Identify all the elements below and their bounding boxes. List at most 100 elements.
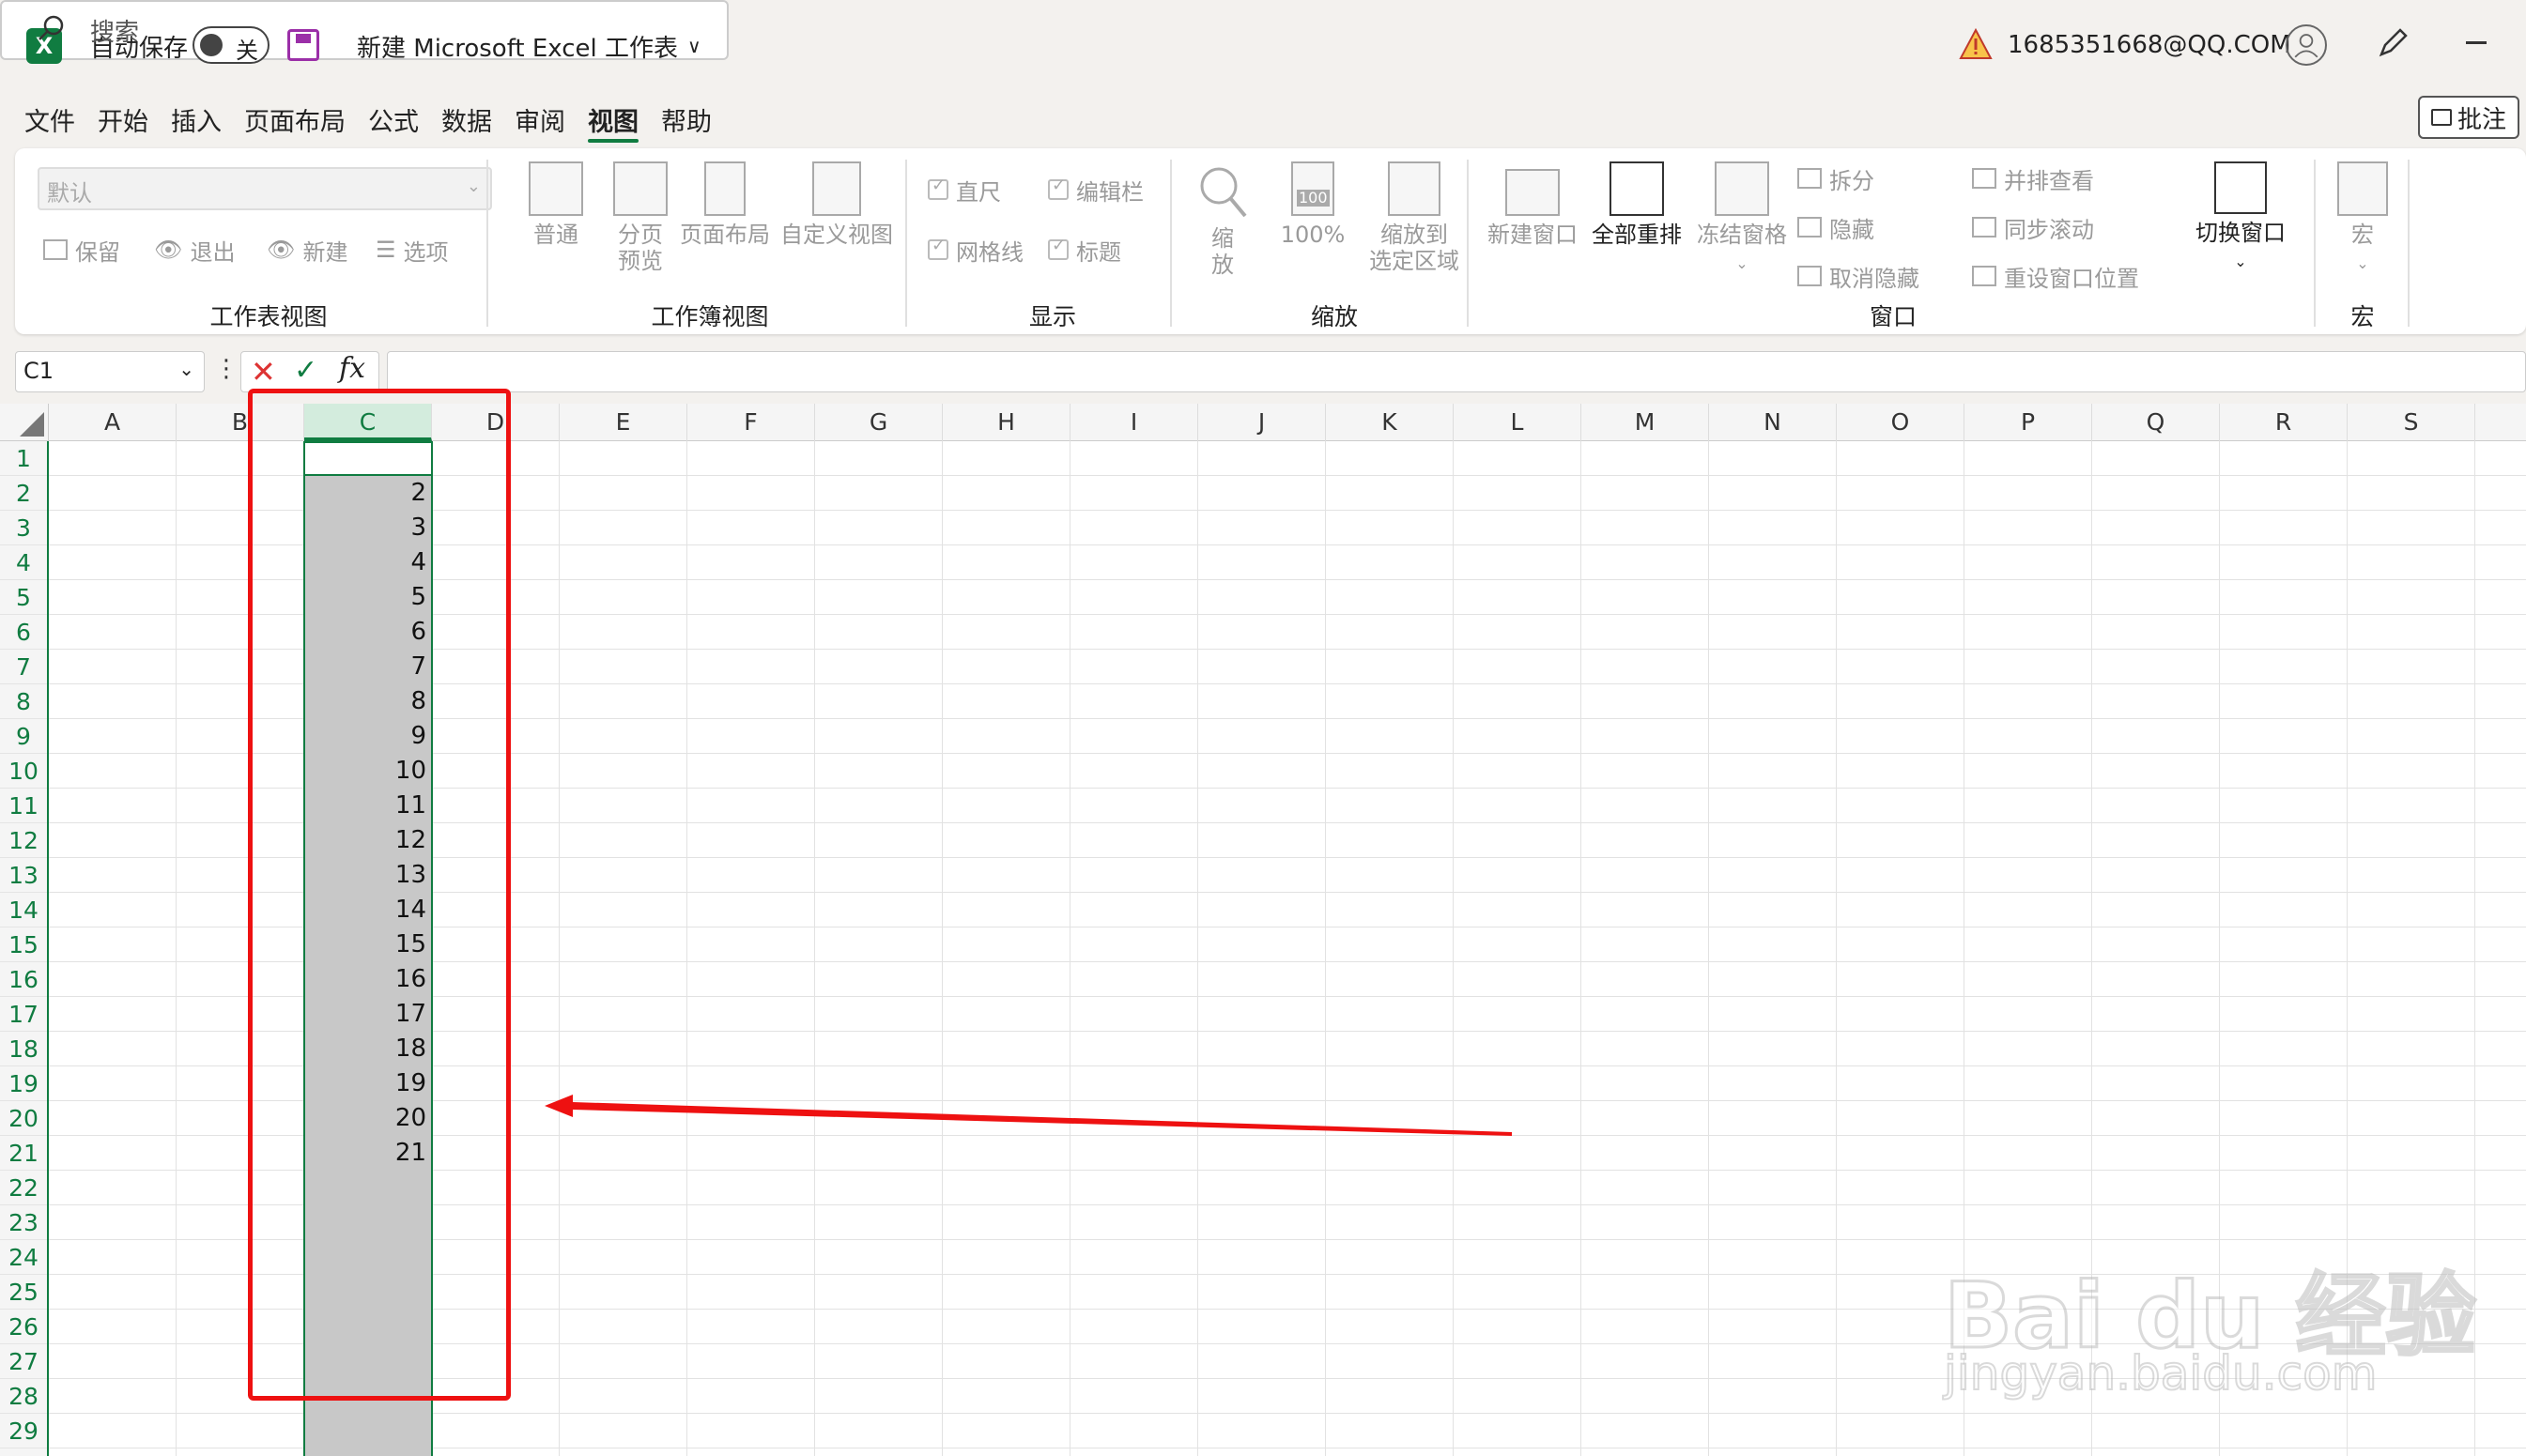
column-header-l[interactable]: L [1454, 404, 1581, 441]
row-header[interactable]: 19 [0, 1066, 47, 1101]
row-header[interactable]: 13 [0, 858, 47, 893]
minimize-button[interactable] [2466, 41, 2487, 44]
row-header[interactable]: 11 [0, 789, 47, 823]
avatar[interactable] [2286, 24, 2327, 66]
arrange-all-button[interactable]: 全部重排 [1585, 161, 1688, 248]
sheet-view-dropdown[interactable]: 默认 ⌄ [38, 167, 492, 210]
row-header[interactable]: 20 [0, 1101, 47, 1136]
ruler-checkbox[interactable]: 直尺 [928, 175, 1001, 206]
row-header[interactable]: 6 [0, 615, 47, 650]
row-header[interactable]: 29 [0, 1414, 47, 1448]
more-options-icon[interactable]: ⋮ [214, 355, 239, 383]
split-button[interactable]: 拆分 [1797, 163, 1874, 194]
tab-page-layout[interactable]: 页面布局 [233, 98, 357, 143]
new-view-button[interactable]: 👁 新建 [267, 235, 347, 266]
column-header-e[interactable]: E [560, 404, 687, 441]
headings-checkbox[interactable]: 标题 [1048, 235, 1121, 266]
save-icon[interactable] [287, 29, 319, 61]
column-header-o[interactable]: O [1837, 404, 1964, 441]
insert-function-icon[interactable]: fx [339, 352, 365, 385]
zoom-button[interactable]: 缩 放 [1193, 161, 1253, 278]
row-header[interactable]: 14 [0, 893, 47, 927]
tab-data[interactable]: 数据 [430, 98, 503, 143]
column-header-r[interactable]: R [2220, 404, 2348, 441]
row-header[interactable]: 17 [0, 997, 47, 1032]
row-header[interactable]: 22 [0, 1171, 47, 1205]
freeze-panes-button[interactable]: 冻结窗格 ⌄ [1690, 161, 1794, 277]
formula-input[interactable] [387, 351, 2526, 392]
row-header[interactable]: 3 [0, 511, 47, 545]
autosave-toggle[interactable]: 关 [193, 26, 270, 64]
zoom-100-label: 100% [1280, 222, 1346, 248]
tab-help[interactable]: 帮助 [650, 98, 723, 143]
row-header[interactable]: 26 [0, 1310, 47, 1344]
page-layout-view-button[interactable]: 页面布局 [672, 161, 778, 248]
column-header-j[interactable]: J [1198, 404, 1326, 441]
sync-scroll-button[interactable]: 同步滚动 [1972, 212, 2094, 243]
formula-bar-checkbox[interactable]: 编辑栏 [1048, 175, 1144, 206]
tab-home[interactable]: 开始 [86, 98, 160, 143]
column-header-a[interactable]: A [49, 404, 177, 441]
tab-formulas[interactable]: 公式 [357, 98, 430, 143]
row-header[interactable]: 21 [0, 1136, 47, 1171]
row-header[interactable]: 8 [0, 684, 47, 719]
cancel-icon[interactable]: ✕ [251, 354, 276, 390]
unhide-button[interactable]: 取消隐藏 [1797, 261, 1919, 292]
column-header-i[interactable]: I [1070, 404, 1198, 441]
normal-view-button[interactable]: 普通 [511, 161, 601, 248]
row-header[interactable]: 12 [0, 823, 47, 858]
column-header-n[interactable]: N [1709, 404, 1837, 441]
row-header[interactable]: 9 [0, 719, 47, 754]
hide-button[interactable]: 隐藏 [1797, 212, 1874, 243]
gridlines-checkbox[interactable]: 网格线 [928, 235, 1024, 266]
comments-button[interactable]: 批注 [2418, 96, 2519, 139]
pen-icon[interactable] [2376, 26, 2410, 60]
macros-label: 宏 [2351, 222, 2374, 248]
row-header[interactable]: 23 [0, 1205, 47, 1240]
custom-views-button[interactable]: 自定义视图 [774, 161, 900, 248]
column-header-g[interactable]: G [815, 404, 943, 441]
page-layout-label: 页面布局 [680, 222, 770, 248]
document-title[interactable]: 新建 Microsoft Excel 工作表 ∨ [357, 28, 701, 64]
enter-icon[interactable]: ✓ [294, 354, 317, 387]
group-label-sheet-view: 工作表视图 [209, 303, 328, 330]
keep-button[interactable]: 保留 [43, 235, 120, 266]
tab-file[interactable]: 文件 [13, 98, 86, 143]
column-header-p[interactable]: P [1964, 404, 2092, 441]
column-header-m[interactable]: M [1581, 404, 1709, 441]
row-header[interactable]: 7 [0, 650, 47, 684]
column-header-s[interactable]: S [2348, 404, 2475, 441]
warning-icon[interactable] [1959, 28, 1993, 60]
row-header[interactable]: 15 [0, 927, 47, 962]
row-header[interactable]: 16 [0, 962, 47, 997]
exit-button[interactable]: 👁 退出 [154, 235, 235, 266]
tab-insert[interactable]: 插入 [160, 98, 233, 143]
tab-review[interactable]: 审阅 [503, 98, 577, 143]
select-all-button[interactable] [0, 404, 49, 441]
row-header[interactable]: 18 [0, 1032, 47, 1066]
row-header[interactable]: 25 [0, 1275, 47, 1310]
row-header[interactable]: 10 [0, 754, 47, 789]
row-header[interactable]: 24 [0, 1240, 47, 1275]
switch-windows-button[interactable]: 切换窗口 ⌄ [2182, 161, 2299, 275]
row-header[interactable]: 2 [0, 476, 47, 511]
column-header-f[interactable]: F [687, 404, 815, 441]
side-by-side-button[interactable]: 并排查看 [1972, 163, 2094, 194]
reset-position-button[interactable]: 重设窗口位置 [1972, 261, 2139, 292]
column-header-h[interactable]: H [943, 404, 1070, 441]
zoom-to-selection-button[interactable]: 缩放到 选定区域 [1358, 161, 1471, 274]
name-box[interactable]: C1 ⌄ [15, 351, 205, 392]
tab-view[interactable]: 视图 [577, 98, 650, 143]
column-header-k[interactable]: K [1326, 404, 1454, 441]
new-window-button[interactable]: 新建窗口 [1482, 161, 1583, 248]
row-header[interactable]: 4 [0, 545, 47, 580]
macros-button[interactable]: 宏 ⌄ [2327, 161, 2398, 277]
row-header[interactable]: 1 [0, 441, 47, 476]
zoom-100-button[interactable]: 100 100% [1273, 161, 1352, 248]
row-header[interactable]: 27 [0, 1344, 47, 1379]
row-header[interactable]: 5 [0, 580, 47, 615]
options-button[interactable]: ☰ 选项 [376, 235, 449, 266]
row-header[interactable]: 28 [0, 1379, 47, 1414]
column-header-q[interactable]: Q [2092, 404, 2220, 441]
account-email[interactable]: 1685351668@QQ.COM [2008, 28, 2291, 62]
